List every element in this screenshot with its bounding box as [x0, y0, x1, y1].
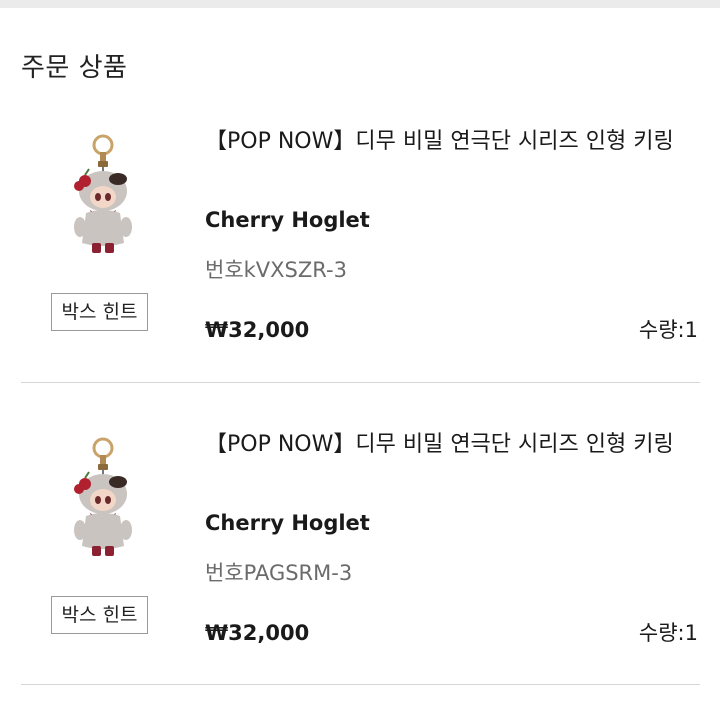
- divider: [21, 684, 700, 685]
- keychain-doll-icon[interactable]: [58, 133, 148, 263]
- product-code: 번호kVXSZR-3: [205, 258, 347, 282]
- product-price: ₩32,000: [205, 621, 310, 645]
- divider: [21, 382, 700, 383]
- order-item[interactable]: 박스 힌트 【POP NOW】디무 비밀 연극단 시리즈 인형 키링 Cherr…: [0, 396, 720, 696]
- page: 주문 상품 박스 힌트 【POP NOW】디무 비밀 연극단 시리즈 인형 키링…: [0, 0, 720, 720]
- order-products-card: 주문 상품 박스 힌트 【POP NOW】디무 비밀 연극단 시리즈 인형 키링…: [0, 8, 720, 720]
- product-option: Cherry Hoglet: [205, 511, 370, 535]
- product-code: 번호PAGSRM-3: [205, 561, 353, 585]
- box-hint-button[interactable]: 박스 힌트: [51, 293, 148, 331]
- product-title[interactable]: 【POP NOW】디무 비밀 연극단 시리즈 인형 키링: [205, 125, 703, 159]
- product-title[interactable]: 【POP NOW】디무 비밀 연극단 시리즈 인형 키링: [205, 428, 703, 462]
- order-item[interactable]: 박스 힌트 【POP NOW】디무 비밀 연극단 시리즈 인형 키링 Cherr…: [0, 93, 720, 393]
- product-price: ₩32,000: [205, 318, 310, 342]
- product-quantity: 수량:1: [638, 318, 698, 342]
- section-title: 주문 상품: [21, 53, 128, 83]
- product-quantity: 수량:1: [638, 621, 698, 645]
- keychain-doll-icon[interactable]: [58, 436, 148, 566]
- box-hint-button[interactable]: 박스 힌트: [51, 596, 148, 634]
- product-option: Cherry Hoglet: [205, 208, 370, 232]
